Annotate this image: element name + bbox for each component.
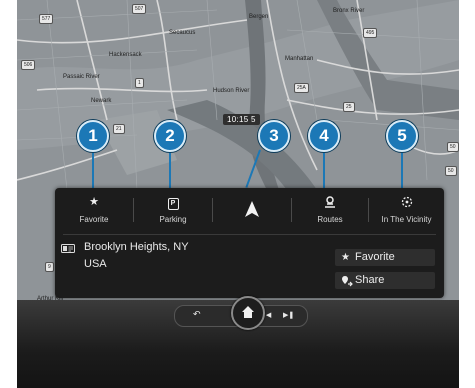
road-shield: 50	[447, 142, 459, 152]
star-icon: ★	[341, 252, 350, 263]
address-line: Brooklyn Heights, NY	[84, 241, 189, 253]
address-card-icon	[61, 244, 75, 253]
address-country: USA	[84, 258, 107, 270]
callout-1: 1	[77, 120, 109, 152]
road-shield: 21	[113, 124, 125, 134]
callout-5: 5	[386, 120, 418, 152]
divider	[63, 234, 436, 235]
road-shield: 506	[21, 60, 36, 70]
callout-leader	[169, 150, 171, 188]
menu-item-routes[interactable]: Routes	[292, 188, 368, 232]
callout-leader	[92, 150, 94, 188]
vicinity-icon	[369, 196, 444, 208]
parking-icon: P	[134, 196, 212, 210]
favorite-button-label: Favorite	[355, 251, 395, 263]
road-shield: 1	[135, 78, 144, 88]
navigation-arrow-icon	[213, 201, 291, 217]
star-icon: ★	[89, 196, 99, 208]
map-label: Newark	[91, 98, 112, 104]
road-shield: 577	[39, 14, 54, 24]
map-label: Bronx River	[333, 8, 365, 14]
map-label: Secaucus	[169, 30, 196, 36]
menu-item-parking[interactable]: P Parking	[134, 188, 212, 232]
favorite-button[interactable]: ★ Favorite	[335, 249, 435, 266]
head-unit-display: Bergen Secaucus Passaic River Newark Hud…	[17, 0, 459, 388]
callout-2: 2	[154, 120, 186, 152]
road-shield: 25	[343, 102, 355, 112]
share-location-icon	[341, 272, 353, 293]
share-button-label: Share	[355, 274, 385, 286]
menu-item-navigate[interactable]	[213, 188, 291, 232]
road-shield: 507	[132, 4, 147, 14]
map-label: Hackensack	[109, 52, 142, 58]
arrival-time-badge: 10:15 5	[223, 114, 260, 125]
menu-item-label: In The Vicinity	[381, 215, 432, 224]
back-icon[interactable]: ↶	[193, 309, 201, 320]
road-shield: 9	[45, 262, 54, 272]
road-shield: 50	[445, 166, 457, 176]
home-button[interactable]	[231, 296, 265, 330]
menu-bar: ★ Favorite P Parking Routes In The Vicin…	[55, 188, 444, 232]
menu-item-label: Parking	[159, 215, 187, 224]
menu-item-vicinity[interactable]: In The Vicinity	[369, 188, 444, 232]
callout-leader	[323, 150, 325, 188]
destination-panel: ★ Favorite P Parking Routes In The Vicin…	[55, 188, 444, 298]
map-label: Manhattan	[285, 56, 314, 62]
menu-item-label: Routes	[317, 215, 343, 224]
callout-leader	[401, 150, 403, 188]
map-label: Passaic River	[63, 74, 100, 80]
routes-icon	[292, 196, 368, 208]
bottom-bezel: ↶ ❚◀ ▶❚	[17, 296, 459, 388]
road-shield: 495	[363, 28, 378, 38]
callout-3: 3	[258, 120, 290, 152]
next-track-icon[interactable]: ▶❚	[283, 311, 294, 319]
road-shield: 25A	[294, 83, 309, 93]
home-icon	[242, 306, 254, 318]
map-label: Bergen	[249, 14, 269, 20]
menu-item-favorite[interactable]: ★ Favorite	[55, 188, 133, 232]
share-button[interactable]: Share	[335, 272, 435, 289]
map-label: Hudson River	[213, 88, 250, 94]
menu-item-label: Favorite	[79, 215, 109, 224]
callout-4: 4	[308, 120, 340, 152]
